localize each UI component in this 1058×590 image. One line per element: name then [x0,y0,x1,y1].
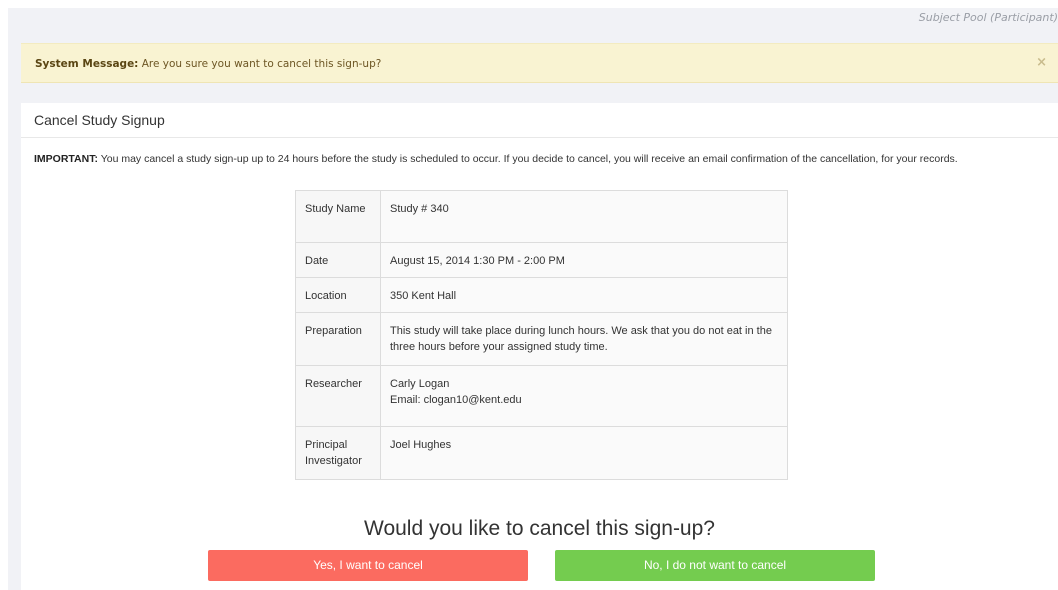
notice-label: IMPORTANT: [34,153,98,165]
row-label: Study Name [295,190,381,243]
study-details-table: Study Name Study # 340 Date August 15, 2… [295,190,788,480]
row-value: This study will take place during lunch … [380,312,788,366]
researcher-name: Carly Logan [390,378,450,390]
notice-text: You may cancel a study sign-up up to 24 … [97,153,958,165]
row-value: August 15, 2014 1:30 PM - 2:00 PM [380,242,788,278]
panel-title: Cancel Study Signup [21,103,1058,138]
yes-cancel-button[interactable]: Yes, I want to cancel [208,550,528,581]
alert-message: Are you sure you want to cancel this sig… [138,58,382,70]
cancel-signup-panel: Cancel Study Signup IMPORTANT: You may c… [21,103,1058,590]
row-value: Carly Logan Email: clogan10@kent.edu [380,365,788,427]
breadcrumb: Subject Pool (Participant) [918,11,1058,24]
table-row: Date August 15, 2014 1:30 PM - 2:00 PM [295,242,788,278]
row-value: 350 Kent Hall [380,277,788,313]
row-label: Location [295,277,381,313]
left-strip [0,0,8,590]
table-row: Study Name Study # 340 [295,190,788,243]
close-icon[interactable]: × [1036,56,1047,69]
system-message-alert: System Message: Are you sure you want to… [21,43,1058,83]
top-strip [0,0,1058,8]
researcher-email: Email: clogan10@kent.edu [390,394,522,406]
no-cancel-button[interactable]: No, I do not want to cancel [555,550,875,581]
table-row: Researcher Carly Logan Email: clogan10@k… [295,365,788,427]
table-row: Preparation This study will take place d… [295,312,788,366]
row-label: Researcher [295,365,381,427]
cancel-question: Would you like to cancel this sign-up? [364,517,715,540]
table-row: Principal Investigator Joel Hughes [295,426,788,480]
row-label: Preparation [295,312,381,366]
row-label: Date [295,242,381,278]
important-notice: IMPORTANT: You may cancel a study sign-u… [34,153,1044,166]
row-value: Study # 340 [380,190,788,243]
row-value: Joel Hughes [380,426,788,480]
table-row: Location 350 Kent Hall [295,277,788,313]
alert-label: System Message: [35,58,139,70]
row-label: Principal Investigator [295,426,381,480]
